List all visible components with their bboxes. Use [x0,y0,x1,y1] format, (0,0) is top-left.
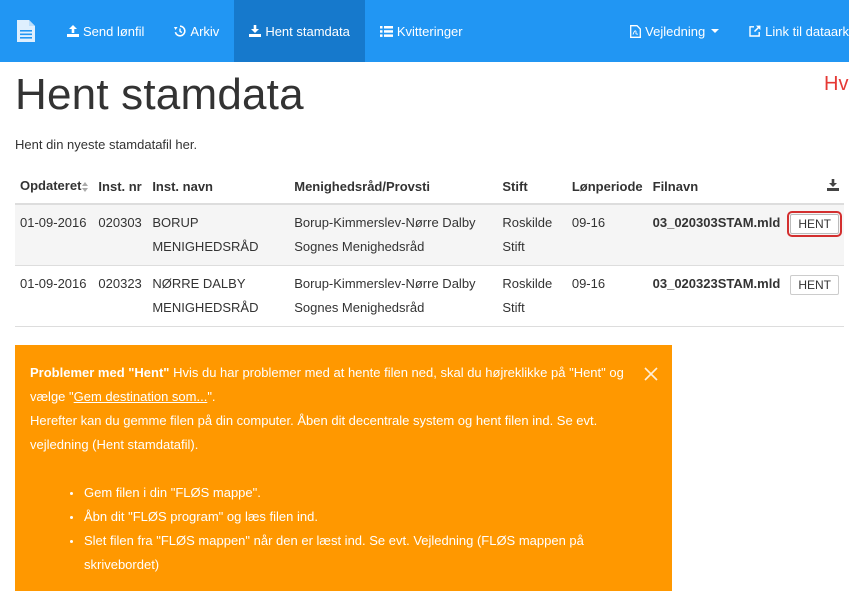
list-icon [379,25,393,37]
alert-steps-list: Gem filen i din "FLØS mappe". Åbn dit "F… [70,481,632,577]
nav-send-loenfil-label: Send lønfil [83,23,145,39]
nav-kvitteringer-label: Kvitteringer [396,23,463,39]
column-header-filnavn: Filnavn [647,170,786,205]
cut-off-red-text: Hv [824,73,849,95]
nav-arkiv-label: Arkiv [190,23,220,39]
history-icon [174,25,187,37]
cell-filnavn: 03_020303STAM.mld [647,204,786,266]
list-item: Åbn dit "FLØS program" og læs filen ind. [70,505,632,529]
column-header-inst-nr: Inst. nr [93,170,148,205]
brand-logo[interactable] [0,0,52,62]
cell-opdateret: 01-09-2016 [15,265,94,327]
intro-text: Hent din nyeste stamdatafil her. [15,137,198,152]
list-item: Gem filen i din "FLØS mappe". [70,481,632,505]
cell-loenperiode: 09-16 [566,204,648,266]
column-header-menighedsraad: Menighedsråd/Provsti [289,170,498,205]
nav-arkiv[interactable]: Arkiv [159,0,234,62]
page-title: Hent stamdata [15,70,304,119]
column-header-download [785,170,844,205]
cell-inst-navn: NØRRE DALBY MENIGHEDSRÅD [147,265,290,327]
warning-alert: Problemer med "Hent" Hvis du har problem… [15,345,672,591]
nav-kvitteringer[interactable]: Kvitteringer [365,0,478,62]
table-row: 01-09-2016 020303 BORUP MENIGHEDSRÅD Bor… [15,204,844,266]
column-header-opdateret[interactable]: Opdateret [15,170,94,205]
file-pdf-icon [630,24,642,38]
table-header-row: Opdateret Inst. nr Inst. navn Menighedsr… [15,170,844,205]
cell-filnavn: 03_020323STAM.mld [647,265,786,327]
cell-stift: Roskilde Stift [497,265,567,327]
top-navbar: Send lønfil Arkiv Hent stamdata Kvitteri… [0,0,849,62]
cell-download: HENT [785,265,844,327]
stamdata-table: Opdateret Inst. nr Inst. navn Menighedsr… [15,170,844,327]
cell-inst-nr: 020303 [93,204,148,266]
close-icon[interactable] [644,365,658,389]
nav-hent-stamdata-label: Hent stamdata [265,23,350,39]
download-icon [827,179,839,194]
column-header-loenperiode: Lønperiode [566,170,648,205]
nav-link-dataark-label: Link til dataark [765,23,849,39]
cell-inst-nr: 020323 [93,265,148,327]
cell-loenperiode: 09-16 [566,265,648,327]
cell-stift: Roskilde Stift [497,204,567,266]
list-item: Slet filen fra "FLØS mappen" når den er … [70,529,632,577]
alert-title: Problemer med "Hent" [30,365,170,380]
chevron-down-icon [711,29,720,33]
cell-download: HENT [785,204,844,266]
column-header-inst-navn: Inst. navn [147,170,290,205]
nav-link-dataark[interactable]: Link til dataark [734,0,849,62]
sort-icon [82,180,89,195]
cell-menighedsraad: Borup-Kimmerslev-Nørre Dalby Sognes Meni… [289,265,498,327]
external-link-icon [749,25,761,37]
download-icon [249,25,262,37]
upload-icon [67,25,79,37]
cell-menighedsraad: Borup-Kimmerslev-Nørre Dalby Sognes Meni… [289,204,498,266]
column-header-stift: Stift [497,170,567,205]
nav-vejledning-label: Vejledning [645,23,706,39]
nav-vejledning-dropdown[interactable]: Vejledning [615,0,734,62]
alert-text-3: Herefter kan du gemme filen på din compu… [30,413,598,452]
nav-send-loenfil[interactable]: Send lønfil [52,0,159,62]
table-row: 01-09-2016 020323 NØRRE DALBY MENIGHEDSR… [15,265,844,327]
alert-text-2: ". [207,389,216,404]
alert-paragraph: Problemer med "Hent" Hvis du har problem… [30,361,632,457]
gem-destination-link[interactable]: Gem destination som... [74,389,208,404]
hent-button[interactable]: HENT [790,275,839,295]
cell-opdateret: 01-09-2016 [15,204,94,266]
nav-hent-stamdata[interactable]: Hent stamdata [234,0,365,62]
cell-inst-navn: BORUP MENIGHEDSRÅD [147,204,290,266]
document-icon [17,20,35,42]
hent-button[interactable]: HENT [787,211,842,237]
